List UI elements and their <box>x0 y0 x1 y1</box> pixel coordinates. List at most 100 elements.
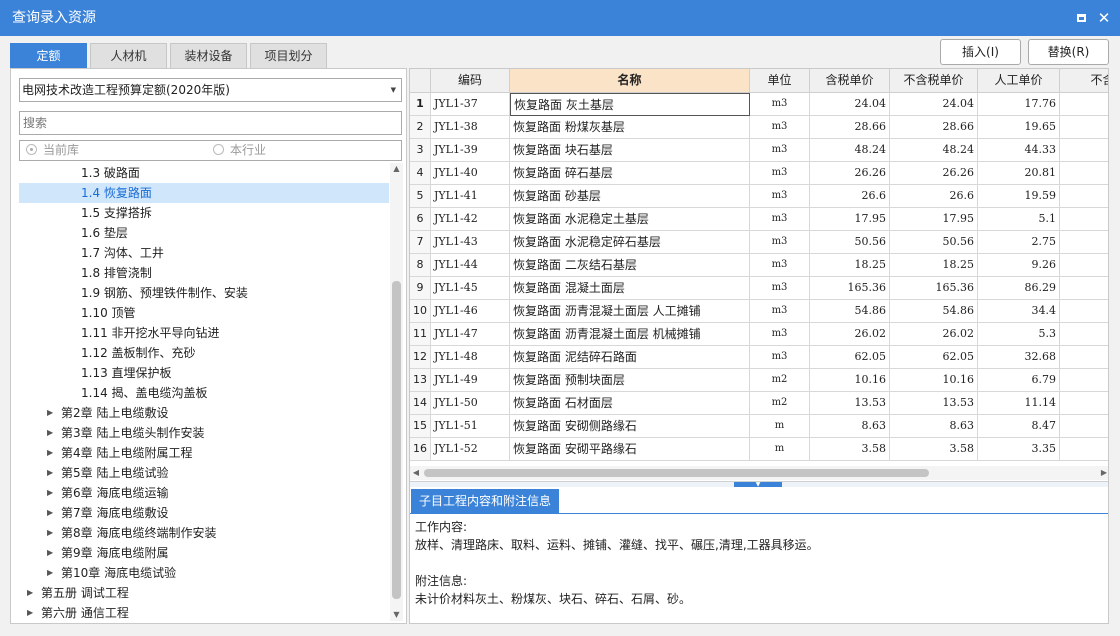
tree-node[interactable]: 1.3 破路面 <box>19 163 389 183</box>
table-row[interactable]: 7 JYL1-43 恢复路面 水泥稳定碎石基层 m3 50.56 50.56 2.75 <box>410 231 1108 254</box>
table-cell[interactable]: 165.36 <box>890 277 978 300</box>
table-cell[interactable]: JYL1-37 <box>431 93 510 116</box>
row-number[interactable]: 10 <box>410 300 431 323</box>
tab-labor-material-machine[interactable]: 人材机 <box>90 43 167 68</box>
tab-quota[interactable]: 定额 <box>10 43 87 68</box>
table-cell[interactable]: 26.26 <box>810 162 890 185</box>
table-cell[interactable]: 恢复路面 水泥稳定土基层 <box>510 208 750 231</box>
column-header[interactable]: 名称 <box>510 69 750 93</box>
tree-node[interactable]: ▶ 第4章 陆上电缆附属工程 <box>19 443 389 463</box>
table-row[interactable]: 15 JYL1-51 恢复路面 安砌侧路缘石 m 8.63 8.63 8.47 <box>410 415 1108 438</box>
tree-node[interactable]: 1.4 恢复路面 <box>19 183 389 203</box>
table-cell[interactable]: 2.75 <box>978 231 1060 254</box>
table-cell[interactable] <box>1060 139 1108 162</box>
table-cell[interactable]: JYL1-40 <box>431 162 510 185</box>
tree-node[interactable]: ▶ 第3章 陆上电缆头制作安装 <box>19 423 389 443</box>
table-cell[interactable]: 26.26 <box>890 162 978 185</box>
table-cell[interactable] <box>1060 346 1108 369</box>
table-row[interactable]: 16 JYL1-52 恢复路面 安砌平路缘石 m 3.58 3.58 3.35 <box>410 438 1108 461</box>
table-cell[interactable] <box>1060 208 1108 231</box>
table-cell[interactable]: m3 <box>750 185 810 208</box>
tree-node[interactable]: ▶ 第10章 海底电缆试验 <box>19 563 389 583</box>
tree-node[interactable]: ▶ 第9章 海底电缆附属 <box>19 543 389 563</box>
table-cell[interactable]: JYL1-47 <box>431 323 510 346</box>
table-cell[interactable]: 恢复路面 沥青混凝土面层 人工摊铺 <box>510 300 750 323</box>
radio-current-library[interactable]: 当前库 <box>26 141 79 160</box>
table-row[interactable]: 5 JYL1-41 恢复路面 砂基层 m3 26.6 26.6 19.59 <box>410 185 1108 208</box>
chevron-down-icon[interactable]: ▼ <box>391 79 396 101</box>
table-cell[interactable]: m3 <box>750 277 810 300</box>
column-header[interactable]: 含税单价 <box>810 69 890 93</box>
expand-arrow-icon[interactable]: ▶ <box>47 483 53 503</box>
expand-arrow-icon[interactable]: ▶ <box>27 603 33 623</box>
tab-work-content-info[interactable]: 子目工程内容和附注信息 <box>411 489 560 513</box>
column-header[interactable]: 不含税单价 <box>890 69 978 93</box>
expand-arrow-icon[interactable]: ▶ <box>47 443 53 463</box>
expand-arrow-icon[interactable]: ▶ <box>47 403 53 423</box>
table-cell[interactable]: JYL1-51 <box>431 415 510 438</box>
table-cell[interactable]: m3 <box>750 162 810 185</box>
table-cell[interactable]: 恢复路面 碎石基层 <box>510 162 750 185</box>
table-cell[interactable]: 26.02 <box>890 323 978 346</box>
table-cell[interactable]: 恢复路面 沥青混凝土面层 机械摊铺 <box>510 323 750 346</box>
row-number[interactable]: 16 <box>410 438 431 461</box>
row-number[interactable]: 12 <box>410 346 431 369</box>
table-cell[interactable]: 86.29 <box>978 277 1060 300</box>
tree-node[interactable]: 1.9 钢筋、预埋铁件制作、安装 <box>19 283 389 303</box>
tree-node[interactable]: 1.14 揭、盖电缆沟盖板 <box>19 383 389 403</box>
table-cell[interactable]: 24.04 <box>810 93 890 116</box>
table-row[interactable]: 11 JYL1-47 恢复路面 沥青混凝土面层 机械摊铺 m3 26.02 26.02 5.… <box>410 323 1108 346</box>
row-number[interactable]: 2 <box>410 116 431 139</box>
table-cell[interactable] <box>1060 438 1108 461</box>
row-number[interactable]: 1 <box>410 93 431 116</box>
table-cell[interactable] <box>1060 185 1108 208</box>
insert-button[interactable]: 插入(I) <box>940 39 1021 65</box>
table-cell[interactable]: 50.56 <box>810 231 890 254</box>
table-cell[interactable]: 3.35 <box>978 438 1060 461</box>
close-icon[interactable]: ✕ <box>1096 10 1112 26</box>
table-row[interactable]: 9 JYL1-45 恢复路面 混凝土面层 m3 165.36 165.36 86.29 <box>410 277 1108 300</box>
table-cell[interactable]: 13.53 <box>890 392 978 415</box>
table-cell[interactable] <box>1060 116 1108 139</box>
search-input[interactable] <box>19 111 402 135</box>
table-row[interactable]: 2 JYL1-38 恢复路面 粉煤灰基层 m3 28.66 28.66 19.65 <box>410 116 1108 139</box>
scroll-down-icon[interactable]: ▼ <box>390 609 403 621</box>
table-cell[interactable]: 恢复路面 二灰结石基层 <box>510 254 750 277</box>
tree-node[interactable]: ▶ 第5章 陆上电缆试验 <box>19 463 389 483</box>
row-number[interactable]: 4 <box>410 162 431 185</box>
table-cell[interactable]: 9.26 <box>978 254 1060 277</box>
table-cell[interactable] <box>1060 162 1108 185</box>
table-cell[interactable]: 恢复路面 块石基层 <box>510 139 750 162</box>
table-cell[interactable]: JYL1-49 <box>431 369 510 392</box>
table-cell[interactable]: 5.3 <box>978 323 1060 346</box>
collapse-handle-icon[interactable]: ▼ <box>734 482 782 488</box>
row-number[interactable]: 3 <box>410 139 431 162</box>
column-header[interactable]: 不含税材 <box>1060 69 1108 93</box>
table-row[interactable]: 1 JYL1-37 恢复路面 灰土基层 m3 24.04 24.04 17.76 <box>410 93 1108 116</box>
tree-node[interactable]: ▶ 第2章 陆上电缆敷设 <box>19 403 389 423</box>
row-number[interactable]: 6 <box>410 208 431 231</box>
table-cell[interactable]: 48.24 <box>810 139 890 162</box>
table-cell[interactable]: 18.25 <box>810 254 890 277</box>
table-cell[interactable]: 26.6 <box>810 185 890 208</box>
expand-arrow-icon[interactable]: ▶ <box>47 503 53 523</box>
radio-industry[interactable]: 本行业 <box>213 141 266 160</box>
table-row[interactable]: 12 JYL1-48 恢复路面 泥结碎石路面 m3 62.05 62.05 32.68 <box>410 346 1108 369</box>
row-number[interactable]: 15 <box>410 415 431 438</box>
table-cell[interactable]: m3 <box>750 300 810 323</box>
expand-arrow-icon[interactable]: ▶ <box>47 523 53 543</box>
table-cell[interactable]: 26.6 <box>890 185 978 208</box>
tree-node[interactable]: 1.13 直埋保护板 <box>19 363 389 383</box>
tree-node[interactable]: ▶ 第8章 海底电缆终端制作安装 <box>19 523 389 543</box>
table-cell[interactable]: m3 <box>750 208 810 231</box>
expand-arrow-icon[interactable]: ▶ <box>47 543 53 563</box>
table-cell[interactable]: m3 <box>750 346 810 369</box>
expand-arrow-icon[interactable]: ▶ <box>47 423 53 443</box>
table-cell[interactable]: m3 <box>750 254 810 277</box>
tree-node[interactable]: ▶ 第六册 通信工程 <box>19 603 389 623</box>
table-cell[interactable] <box>1060 323 1108 346</box>
table-cell[interactable]: 28.66 <box>810 116 890 139</box>
table-cell[interactable]: 恢复路面 泥结碎石路面 <box>510 346 750 369</box>
tree-node[interactable]: 1.6 垫层 <box>19 223 389 243</box>
scroll-up-icon[interactable]: ▲ <box>390 163 403 175</box>
